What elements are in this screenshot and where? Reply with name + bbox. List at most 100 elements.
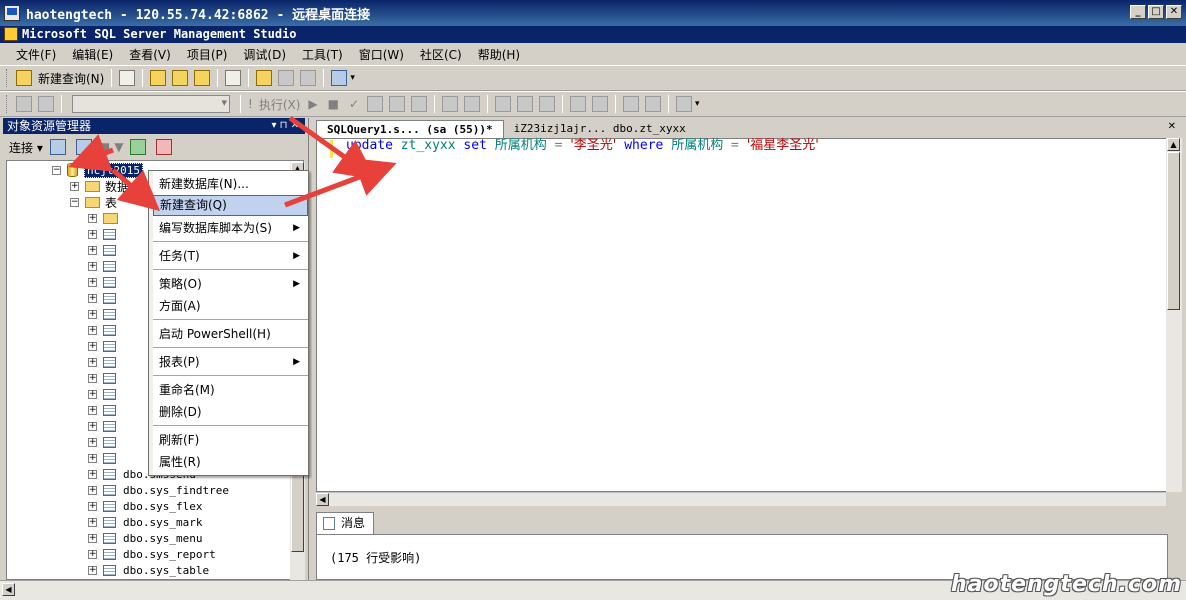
table-row[interactable]: + xyxy=(88,338,123,354)
scroll-thumb[interactable] xyxy=(1167,152,1180,310)
disconnect-icon[interactable] xyxy=(75,139,92,155)
menu-community[interactable]: 社区(C) xyxy=(412,46,470,63)
menu-project[interactable]: 项目(P) xyxy=(179,46,236,63)
activity-monitor-icon[interactable] xyxy=(331,70,348,86)
tree-node-system-tables[interactable]: + xyxy=(88,210,123,226)
table-row[interactable]: + dbo.sys_flex xyxy=(88,498,202,514)
close-button[interactable]: ✕ xyxy=(1166,5,1182,19)
expand-icon[interactable]: + xyxy=(88,437,97,447)
expand-icon[interactable]: + xyxy=(88,549,97,559)
increase-indent-icon[interactable] xyxy=(645,96,662,112)
menu-delete[interactable]: 删除(D) xyxy=(153,402,308,423)
expand-icon[interactable]: + xyxy=(88,453,97,463)
filter-icon[interactable]: ▼ xyxy=(114,140,123,154)
new-query-button[interactable]: 新建查询(N) xyxy=(35,68,107,88)
minimize-button[interactable]: _ xyxy=(1130,5,1146,19)
table-row[interactable]: + xyxy=(88,306,123,322)
cancel-query-icon[interactable]: ■ xyxy=(328,97,339,111)
menu-view[interactable]: 查看(V) xyxy=(121,46,179,63)
table-row[interactable]: + xyxy=(88,258,123,274)
open-folder-icon[interactable] xyxy=(256,70,273,86)
mdx-query-icon[interactable] xyxy=(150,70,167,86)
menu-edit[interactable]: 编辑(E) xyxy=(64,46,121,63)
xmla-query-icon[interactable] xyxy=(194,70,211,86)
menu-window[interactable]: 窗口(W) xyxy=(351,46,412,63)
table-row[interactable]: + xyxy=(88,226,123,242)
dmx-query-icon[interactable] xyxy=(172,70,189,86)
change-connection-icon[interactable] xyxy=(38,96,54,112)
connect-icon[interactable] xyxy=(16,96,32,112)
stop-icon[interactable]: ■ xyxy=(99,140,110,154)
table-row[interactable]: + xyxy=(88,322,123,338)
table-row[interactable]: + xyxy=(88,370,123,386)
menu-rename[interactable]: 重命名(M) xyxy=(153,380,308,401)
new-file-icon[interactable] xyxy=(119,70,136,86)
tree-node-database[interactable]: − hcjt2015 xyxy=(52,162,143,178)
table-row[interactable]: + xyxy=(88,274,123,290)
table-row[interactable]: + dbo.sys_report xyxy=(88,546,216,562)
table-row[interactable]: + xyxy=(88,450,123,466)
sql-editor[interactable] xyxy=(316,138,1168,492)
table-row[interactable]: + dbo.sys_menu xyxy=(88,530,202,546)
table-row[interactable]: + dbo.sys_mark xyxy=(88,514,202,530)
menu-tools[interactable]: 工具(T) xyxy=(294,46,351,63)
sql-code-line[interactable]: update zt_xyxx set 所属机构 = '李圣光' where 所属… xyxy=(346,137,819,155)
expand-icon[interactable]: + xyxy=(88,469,97,479)
client-stats-icon[interactable] xyxy=(464,96,481,112)
query-designer-icon[interactable] xyxy=(389,96,406,112)
database-name[interactable]: hcjt2015 xyxy=(84,162,143,178)
parse-icon[interactable]: ✓ xyxy=(349,97,359,111)
expand-icon[interactable]: + xyxy=(88,421,97,431)
expand-icon[interactable]: + xyxy=(88,485,97,495)
table-row[interactable]: + dbo.sys_findtree xyxy=(88,482,229,498)
specify-values-icon[interactable] xyxy=(676,96,693,112)
menu-properties[interactable]: 属性(R) xyxy=(153,452,308,473)
menu-script-database-as[interactable]: 编写数据库脚本为(S) ▶ xyxy=(153,218,308,239)
tree-node-tables[interactable]: − 表 xyxy=(70,194,117,210)
tab-zt-xyxx[interactable]: iZ23izj1ajr... dbo.zt_xyxx xyxy=(504,120,696,138)
menu-start-powershell[interactable]: 启动 PowerShell(H) xyxy=(153,324,308,345)
table-row[interactable]: + xyxy=(88,386,123,402)
table-row[interactable]: + xyxy=(88,242,123,258)
expand-icon[interactable]: + xyxy=(70,181,79,191)
available-databases-dropdown[interactable] xyxy=(72,95,230,113)
editor-vertical-scrollbar[interactable]: ▲ xyxy=(1166,138,1182,492)
display-plan-icon[interactable] xyxy=(367,96,384,112)
scroll-left-button[interactable]: ◀ xyxy=(316,493,329,506)
toolbar-grip[interactable] xyxy=(6,95,9,113)
menu-help[interactable]: 帮助(H) xyxy=(470,46,528,63)
editor-horizontal-scrollbar[interactable]: ◀ xyxy=(316,492,1166,506)
expand-icon[interactable]: + xyxy=(88,245,97,255)
expand-icon[interactable]: + xyxy=(88,261,97,271)
table-row[interactable]: + xyxy=(88,434,123,450)
options-icon[interactable] xyxy=(411,96,428,112)
expand-icon[interactable]: + xyxy=(88,293,97,303)
expand-icon[interactable]: + xyxy=(88,357,97,367)
menu-refresh[interactable]: 刷新(F) xyxy=(153,430,308,451)
include-plan-icon[interactable] xyxy=(442,96,459,112)
uncomment-icon[interactable] xyxy=(592,96,609,112)
save-icon[interactable] xyxy=(278,70,295,86)
scroll-left-button[interactable]: ◀ xyxy=(2,583,15,596)
expand-icon[interactable]: + xyxy=(88,533,97,543)
table-row[interactable]: + dbo.sys_table xyxy=(88,562,209,578)
summary-icon[interactable] xyxy=(156,139,173,155)
debug-icon[interactable]: ▶ xyxy=(308,97,317,111)
refresh-icon[interactable] xyxy=(130,139,147,155)
menu-tasks[interactable]: 任务(T) ▶ xyxy=(153,246,308,267)
menu-reports[interactable]: 报表(P) ▶ xyxy=(153,352,308,373)
decrease-indent-icon[interactable] xyxy=(623,96,640,112)
collapse-icon[interactable]: − xyxy=(70,197,79,207)
menu-debug[interactable]: 调试(D) xyxy=(235,46,294,63)
pin-icon[interactable]: ▾ ⊓ ✕ xyxy=(271,118,299,134)
menu-file[interactable]: 文件(F) xyxy=(8,46,64,63)
expand-icon[interactable]: + xyxy=(88,405,97,415)
scroll-up-button[interactable]: ▲ xyxy=(1167,138,1180,151)
close-tab-icon[interactable]: ✕ xyxy=(1168,121,1176,132)
expand-icon[interactable]: + xyxy=(88,277,97,287)
results-to-text-icon[interactable] xyxy=(495,96,512,112)
execute-button[interactable]: 执行(X) xyxy=(256,94,304,114)
menu-new-query[interactable]: 新建查询(Q) xyxy=(153,195,308,216)
toolbar-grip[interactable] xyxy=(6,69,9,87)
toolbar-overflow-icon[interactable]: ▾ xyxy=(695,99,700,109)
